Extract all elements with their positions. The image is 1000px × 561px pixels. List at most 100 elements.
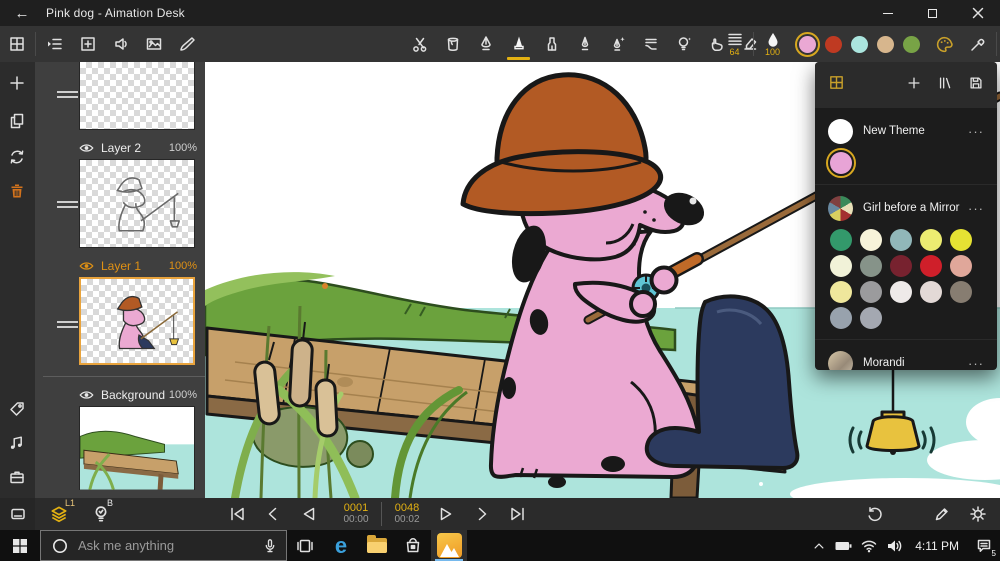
- taskbar-aimation-app[interactable]: [431, 530, 467, 561]
- color-swatch[interactable]: [830, 229, 852, 251]
- maximize-button[interactable]: [910, 0, 955, 26]
- layer-row-selected[interactable]: Layer 1 100%: [79, 257, 197, 275]
- magic-pen-tool[interactable]: [601, 26, 634, 62]
- minimize-button[interactable]: [865, 0, 910, 26]
- tray-volume[interactable]: [881, 530, 906, 561]
- play-backward-button[interactable]: [299, 504, 319, 524]
- color-swatch[interactable]: [860, 255, 882, 277]
- tray-chevron-button[interactable]: [806, 530, 831, 561]
- theme-avatar[interactable]: [828, 351, 853, 371]
- tray-wifi[interactable]: [856, 530, 881, 561]
- layer-drag-handle[interactable]: [57, 198, 78, 211]
- color-swatch[interactable]: [860, 281, 882, 303]
- layer-thumbnail[interactable]: [79, 406, 195, 490]
- paint-bucket-tool[interactable]: [436, 26, 469, 62]
- color-swatch[interactable]: [950, 281, 972, 303]
- skip-start-button[interactable]: [227, 504, 247, 524]
- theme-avatar[interactable]: [828, 196, 853, 221]
- back-button[interactable]: ←: [0, 0, 44, 26]
- taskbar-file-explorer[interactable]: [359, 530, 395, 561]
- task-view-button[interactable]: [287, 530, 323, 561]
- audio-button[interactable]: [104, 26, 137, 62]
- theme-more-button[interactable]: ···: [968, 124, 984, 139]
- layer-row[interactable]: Background 100%: [79, 386, 197, 404]
- tag-panel-button[interactable]: [8, 400, 26, 418]
- add-theme-button[interactable]: [906, 75, 922, 96]
- color-swatch[interactable]: [920, 229, 942, 251]
- visibility-eye-icon[interactable]: [79, 142, 94, 154]
- image-button[interactable]: [137, 26, 170, 62]
- taskbar-store[interactable]: [395, 530, 431, 561]
- color-swatch[interactable]: [890, 255, 912, 277]
- undo-button[interactable]: [864, 504, 884, 524]
- card-icon[interactable]: [9, 505, 27, 523]
- taskbar-search[interactable]: [40, 530, 287, 561]
- color-swatch[interactable]: [830, 307, 852, 329]
- color-swatch[interactable]: [830, 255, 852, 277]
- theme-library-button[interactable]: [937, 75, 953, 96]
- theme-more-button[interactable]: ···: [968, 201, 984, 216]
- idea-tool[interactable]: [667, 26, 700, 62]
- fine-pen-tool[interactable]: [568, 26, 601, 62]
- color-swatch[interactable]: [799, 36, 816, 53]
- start-button[interactable]: [0, 530, 40, 561]
- color-swatch[interactable]: [920, 255, 942, 277]
- color-swatch[interactable]: [903, 36, 920, 53]
- brush-tool-selected[interactable]: [502, 26, 535, 62]
- marker-tool[interactable]: [535, 26, 568, 62]
- color-swatch[interactable]: [890, 281, 912, 303]
- scissors-tool[interactable]: [403, 26, 436, 62]
- layer-thumbnail-empty[interactable]: [79, 62, 195, 130]
- play-forward-button[interactable]: [436, 504, 456, 524]
- action-center-button[interactable]: 5: [968, 530, 1000, 561]
- prev-frame-button[interactable]: [263, 504, 283, 524]
- add-frame-button[interactable]: [71, 26, 104, 62]
- theme-avatar[interactable]: [828, 119, 853, 144]
- color-swatch[interactable]: [860, 307, 882, 329]
- add-layer-button[interactable]: [8, 74, 26, 92]
- taskbar-edge[interactable]: e: [323, 530, 359, 561]
- layer-row[interactable]: Layer 2 100%: [79, 139, 197, 157]
- opacity-control[interactable]: 100: [756, 26, 789, 62]
- layer-thumbnail-selected[interactable]: [79, 277, 195, 365]
- search-input[interactable]: [78, 538, 262, 553]
- background-mode-indicator[interactable]: B: [91, 504, 111, 524]
- drawing-canvas[interactable]: New Theme ··· Girl before a Mirror ···: [205, 62, 1000, 498]
- color-swatch[interactable]: [920, 281, 942, 303]
- loop-layer-button[interactable]: [8, 148, 26, 166]
- tray-battery[interactable]: [831, 530, 856, 561]
- assets-panel-button[interactable]: [8, 468, 26, 486]
- settings-button[interactable]: [968, 504, 988, 524]
- pen-tool[interactable]: [469, 26, 502, 62]
- color-swatch[interactable]: [950, 255, 972, 277]
- outline-list-button[interactable]: [38, 26, 71, 62]
- layer-drag-handle[interactable]: [57, 88, 78, 101]
- color-swatch[interactable]: [860, 229, 882, 251]
- color-swatch[interactable]: [890, 229, 912, 251]
- themes-grid-button[interactable]: [828, 74, 845, 96]
- eyedropper-button[interactable]: [961, 26, 994, 62]
- color-swatch[interactable]: [877, 36, 894, 53]
- clean-brush-button[interactable]: [170, 26, 203, 62]
- next-frame-button[interactable]: [472, 504, 492, 524]
- music-panel-button[interactable]: [8, 434, 26, 452]
- color-swatch[interactable]: [825, 36, 842, 53]
- layer-thumbnail[interactable]: [79, 159, 195, 248]
- smudge-tool[interactable]: [634, 26, 667, 62]
- duplicate-layer-button[interactable]: [8, 112, 26, 130]
- skip-end-button[interactable]: [508, 504, 528, 524]
- layer-drag-handle[interactable]: [57, 318, 78, 331]
- taskbar-clock[interactable]: 4:11 PM: [906, 539, 968, 553]
- grid-view-button[interactable]: [0, 26, 33, 62]
- microphone-icon[interactable]: [262, 537, 278, 555]
- palette-button[interactable]: [928, 26, 961, 62]
- edit-button[interactable]: [932, 504, 952, 524]
- visibility-eye-icon[interactable]: [79, 260, 94, 272]
- active-layer-indicator[interactable]: L1: [49, 504, 69, 524]
- color-swatch[interactable]: [851, 36, 868, 53]
- delete-layer-button[interactable]: [8, 182, 26, 200]
- visibility-eye-icon[interactable]: [79, 389, 94, 401]
- color-swatch[interactable]: [950, 229, 972, 251]
- close-button[interactable]: [955, 0, 1000, 26]
- save-theme-button[interactable]: [968, 75, 984, 96]
